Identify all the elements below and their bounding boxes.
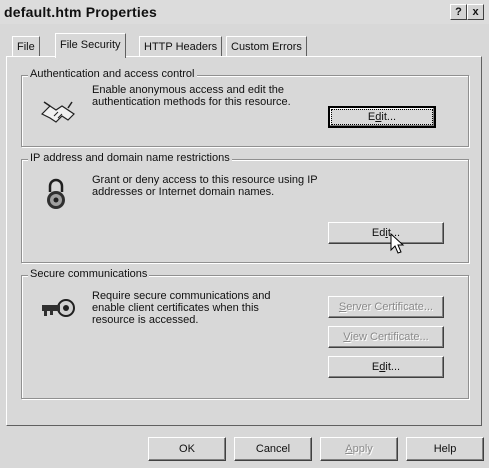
padlock-icon [47, 178, 65, 209]
secure-communications-legend: Secure communications [28, 268, 150, 280]
ip-restrictions-edit-button[interactable]: Edit... [328, 222, 444, 244]
ok-button[interactable]: OK [148, 437, 226, 461]
secure-communications-description: Require secure communications and enable… [92, 290, 271, 326]
cancel-button[interactable]: Cancel [234, 437, 312, 461]
tab-http-headers[interactable]: HTTP Headers [139, 36, 223, 57]
help-footer-button[interactable]: Help [406, 437, 484, 461]
key-icon [42, 299, 75, 317]
mouse-pointer-icon [390, 233, 405, 254]
apply-button[interactable]: Apply [320, 437, 398, 461]
secure-communications-edit-button[interactable]: Edit... [328, 356, 444, 378]
tab-panel: Authentication and access control Enable… [6, 56, 482, 426]
tab-file[interactable]: File [12, 36, 40, 57]
ip-restrictions-description: Grant or deny access to this resource us… [92, 174, 318, 198]
authentication-group: Authentication and access control Enable… [21, 68, 469, 147]
title-bar[interactable]: default.htm Properties ? x [0, 0, 489, 24]
handshake-icon [40, 101, 75, 123]
close-button[interactable]: x [467, 4, 484, 20]
authentication-description: Enable anonymous access and edit the aut… [92, 84, 291, 108]
ip-restrictions-legend: IP address and domain name restrictions [28, 152, 232, 164]
authentication-edit-button[interactable]: Edit... [328, 106, 436, 128]
server-certificate-button[interactable]: Server Certificate... [328, 296, 444, 318]
authentication-legend: Authentication and access control [28, 68, 197, 80]
tab-file-security[interactable]: File Security [55, 33, 126, 58]
view-certificate-button[interactable]: View Certificate... [328, 326, 444, 348]
tab-custom-errors[interactable]: Custom Errors [226, 36, 307, 57]
help-button[interactable]: ? [450, 4, 467, 20]
window-title: default.htm Properties [4, 4, 157, 20]
secure-communications-group: Secure communications Require secure com… [21, 268, 469, 399]
